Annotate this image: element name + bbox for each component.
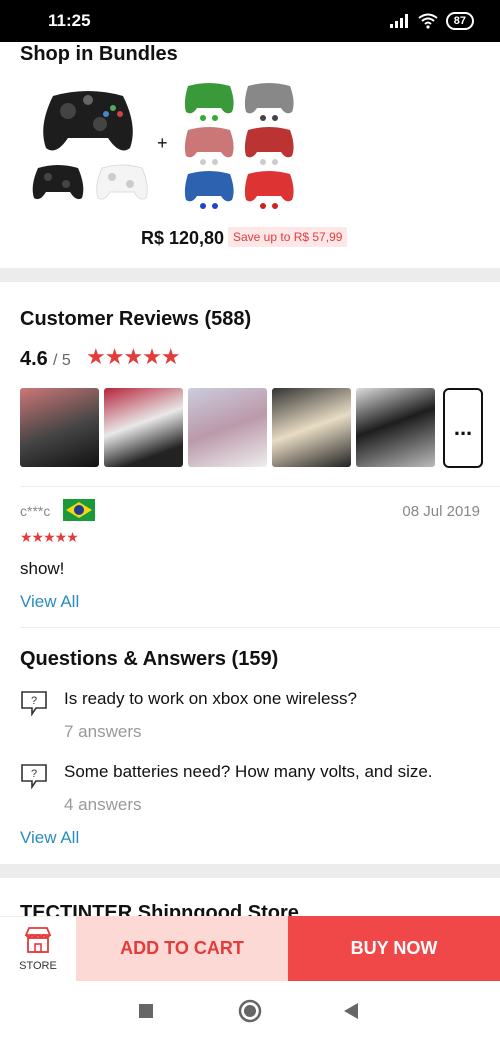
review-photos: ... — [20, 388, 483, 468]
store-button-label: STORE — [19, 960, 57, 972]
bottom-action-bar: STORE ADD TO CART BUY NOW — [0, 916, 500, 982]
store-icon — [24, 927, 52, 953]
thin-divider — [20, 627, 500, 628]
qa-question[interactable]: Some batteries need? How many volts, and… — [64, 762, 433, 782]
review-photo[interactable] — [20, 388, 99, 467]
rating-scale: / 5 — [53, 352, 71, 369]
white-controller-image[interactable] — [94, 162, 150, 202]
qa-answer-count[interactable]: 4 answers — [64, 795, 141, 815]
reviews-view-all-link[interactable]: View All — [20, 592, 79, 612]
back-icon[interactable] — [343, 1002, 359, 1020]
bundles-title: Shop in Bundles — [20, 43, 178, 65]
question-icon: ? — [21, 764, 47, 789]
home-icon[interactable] — [238, 999, 262, 1023]
status-time: 11:25 — [48, 11, 91, 30]
battery-indicator: 87 — [445, 12, 474, 30]
thin-divider — [20, 486, 500, 487]
reviewer-name: c***c — [20, 503, 51, 519]
review-date: 08 Jul 2019 — [402, 503, 480, 520]
review-stars: ★★★★★ — [20, 529, 79, 545]
store-button[interactable]: STORE — [0, 916, 76, 982]
reviews-title[interactable]: Customer Reviews (588) — [20, 308, 251, 331]
review-text: show! — [20, 559, 65, 578]
review-photo[interactable] — [272, 388, 351, 467]
store-name[interactable]: TECTINTER Shipngood Store — [20, 902, 299, 916]
review-photo[interactable] — [188, 388, 267, 467]
main-controller-image[interactable] — [38, 86, 138, 156]
qa-title[interactable]: Questions & Answers (159) — [20, 648, 278, 671]
question-icon: ? — [21, 691, 47, 716]
bundle-price: R$ 120,80 — [141, 228, 225, 248]
qa-view-all-link[interactable]: View All — [20, 828, 79, 848]
add-to-cart-button[interactable]: ADD TO CART — [76, 916, 288, 981]
brazil-flag-icon — [63, 499, 95, 521]
black-controller-image[interactable] — [30, 162, 86, 202]
rating-value: 4.6 — [20, 348, 48, 370]
buy-now-button[interactable]: BUY NOW — [288, 916, 500, 981]
section-divider — [0, 864, 500, 878]
rating-stars: ★★★★★ — [86, 344, 181, 369]
review-photo[interactable] — [356, 388, 435, 467]
review-photo[interactable] — [104, 388, 183, 467]
more-photos-button[interactable]: ... — [443, 388, 483, 468]
status-bar: 11:25 87 — [0, 0, 500, 42]
system-nav-bar — [0, 981, 500, 1041]
svg-text:?: ? — [31, 695, 37, 707]
skins-bundle-image[interactable] — [183, 80, 298, 210]
save-badge: Save up to R$ 57,99 — [228, 227, 348, 247]
signal-icon — [389, 14, 408, 28]
bundle-plus: + — [157, 133, 168, 153]
wifi-icon — [418, 13, 438, 29]
section-divider — [0, 268, 500, 282]
svg-text:?: ? — [31, 768, 37, 780]
qa-answer-count[interactable]: 7 answers — [64, 722, 141, 742]
recent-apps-icon[interactable] — [138, 1003, 154, 1019]
status-icons: 87 — [389, 12, 474, 30]
qa-question[interactable]: Is ready to work on xbox one wireless? — [64, 689, 357, 709]
